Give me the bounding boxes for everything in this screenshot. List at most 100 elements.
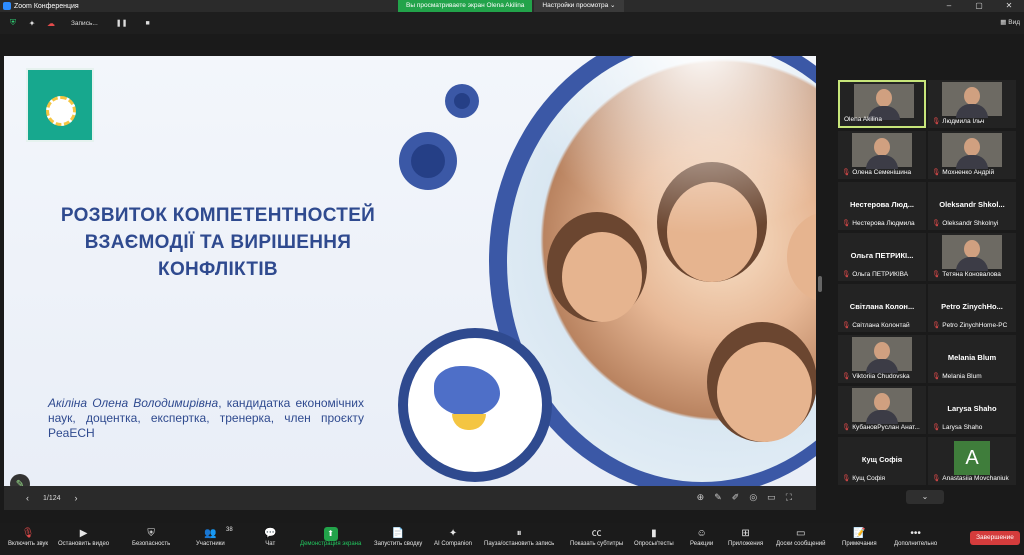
participant-tile[interactable]: 🎙 Viktoriia Chudovska	[838, 335, 926, 383]
pin-icon[interactable]: ✦	[26, 17, 38, 29]
mic-muted-icon: 🎙	[842, 373, 851, 380]
participant-name-text: Ольга ПЕТРИКІВА	[852, 271, 909, 278]
close-icon[interactable]: ✕	[994, 0, 1024, 12]
notes-button[interactable]: 📝 Примечания	[842, 527, 877, 547]
prev-slide-icon[interactable]: ‹	[26, 493, 29, 503]
participant-name-text: Нестерова Людмила	[852, 220, 915, 227]
participant-name: 🎙 Viktoriia Chudovska	[842, 372, 910, 380]
participant-name: 🎙 Larysa Shaho	[932, 423, 982, 431]
ai-companion-label: AI Companion	[434, 541, 473, 547]
meeting-controls: 🎙 Включить звук ▶ Остановить видео ⛨ Безопа…	[0, 523, 1024, 555]
ai-companion-button[interactable]: ✦ AI Companion	[434, 527, 472, 547]
slide-tools: ⊕ ✎ ✐ ◎ ▭ ⛶	[697, 492, 792, 503]
participant-video	[852, 388, 912, 424]
participant-tile[interactable]: 🎙 КубановРуслан Анат...	[838, 386, 926, 434]
end-meeting-button[interactable]: Завершение	[970, 531, 1020, 545]
shield-icon[interactable]: ⛨	[7, 17, 19, 29]
view-button[interactable]: ▦ Вид	[1000, 18, 1020, 26]
viewing-screen-label: Вы просматриваете экран Olena Akilina	[398, 0, 533, 12]
participant-tile[interactable]: Oleksandr Shkol... 🎙 Oleksandr Shkolnyi	[928, 182, 1016, 230]
more-button[interactable]: ••• Дополнительно	[894, 527, 937, 547]
pause-record-button[interactable]: ⏸ Пауза/остановить запись	[484, 527, 554, 547]
group-photo	[507, 56, 816, 482]
participant-video	[942, 133, 1002, 169]
panel-resize-handle[interactable]	[818, 276, 822, 292]
participant-name-text: Людмила Ільч	[942, 118, 985, 125]
participant-tile[interactable]: Petro ZinychHo... 🎙 Petro ZinychHome-PC	[928, 284, 1016, 332]
captions-icon[interactable]: ▭	[767, 492, 776, 503]
stop-video-button[interactable]: ▶ Остановить видео	[58, 527, 109, 547]
participant-body	[866, 410, 898, 424]
gallery-next-page-icon[interactable]: ⌄	[906, 490, 944, 504]
participant-video	[852, 133, 912, 169]
participant-name-text: КубановРуслан Анат...	[852, 424, 920, 431]
security-button[interactable]: ⛨ Безопасность	[132, 527, 170, 547]
participant-avatar: A	[954, 441, 990, 475]
pen-icon[interactable]: ✎	[714, 492, 722, 503]
participant-tile[interactable]: 🎙 Людмила Ільч	[928, 80, 1016, 128]
share-banner: Вы просматриваете экран Olena Akilina На…	[398, 0, 624, 12]
slide-title-line: КОНФЛІКТІВ	[158, 259, 278, 280]
participant-tile[interactable]: Нестерова Люд... 🎙 Нестерова Людмила	[838, 182, 926, 230]
zoom-in-icon[interactable]: ⊕	[697, 492, 705, 503]
participant-tile[interactable]: Larysa Shaho 🎙 Larysa Shaho	[928, 386, 1016, 434]
participant-name: 🎙 Кущ Софія	[842, 474, 885, 482]
mic-muted-icon: 🎙	[842, 322, 851, 329]
participant-video	[852, 337, 912, 373]
mic-muted-icon: 🎙	[932, 322, 941, 329]
participant-name-text: Олена Семенішина	[852, 169, 912, 176]
mic-muted-icon: 🎙	[21, 528, 35, 539]
next-slide-icon[interactable]: ›	[75, 493, 78, 503]
whiteboard-icon: ▭	[796, 528, 806, 539]
reactions-button[interactable]: ☺ Реакции	[690, 527, 713, 547]
pause-record-label: Пауза/остановить запись	[484, 541, 555, 547]
mic-muted-icon: 🎙	[842, 424, 851, 431]
view-options-button[interactable]: Настройки просмотра ⌄	[534, 0, 624, 12]
unmute-button[interactable]: 🎙 Включить звук	[8, 527, 48, 547]
participant-tile[interactable]: Світлана Колон... 🎙 Світлана Колонтай	[838, 284, 926, 332]
polls-label: Опросы/тесты	[634, 541, 674, 547]
pause-recording-icon[interactable]: ❚❚	[116, 19, 128, 27]
slide-title: РОЗВИТОК КОМПЕТЕНТНОСТЕЙ ВЗАЄМОДІЇ ТА ВИ…	[28, 202, 408, 283]
stop-video-label: Остановить видео	[58, 541, 110, 547]
participant-name-text: Olena Akilina	[844, 116, 882, 123]
participant-tile[interactable]: Melania Blum 🎙 Melania Blum	[928, 335, 1016, 383]
participant-name: 🎙 Melania Blum	[932, 372, 982, 380]
recording-label: Запись...	[71, 19, 98, 27]
window-title: Zoom Конференция	[14, 2, 79, 10]
laser-icon[interactable]: ◎	[749, 492, 757, 503]
apps-button[interactable]: ⊞ Приложения	[728, 527, 763, 547]
participant-tile[interactable]: A 🎙 Anastasiia Movchaniuk	[928, 437, 1016, 485]
polls-button[interactable]: ▮ Опросы/тесты	[634, 527, 674, 547]
participant-name-text: Petro ZinychHome-PC	[942, 322, 1008, 329]
slide-author: Акіліна Олена Володимирівна, кандидатка …	[48, 396, 364, 441]
participant-tile[interactable]: 🎙 Олена Семенішина	[838, 131, 926, 179]
minimize-icon[interactable]: –	[934, 0, 964, 12]
participant-name: 🎙 Людмила Ільч	[932, 117, 984, 125]
fullscreen-icon[interactable]: ⛶	[786, 492, 792, 503]
participant-head	[874, 342, 890, 360]
start-summary-button[interactable]: 📄 Запустить сводку	[374, 527, 422, 547]
maximize-icon[interactable]: ▢	[964, 0, 994, 12]
shared-slide: РОЗВИТОК КОМПЕТЕНТНОСТЕЙ ВЗАЄМОДІЇ ТА ВИ…	[4, 56, 816, 486]
participant-tile[interactable]: Кущ Софія 🎙 Кущ Софія	[838, 437, 926, 485]
participant-tile[interactable]: Olena Akilina	[838, 80, 926, 128]
participant-name: Olena Akilina	[844, 116, 882, 123]
participant-display-name: Petro ZinychHo...	[941, 302, 1003, 311]
participant-head	[874, 393, 890, 411]
more-icon: •••	[910, 528, 921, 539]
highlighter-icon[interactable]: ✐	[732, 492, 740, 503]
stop-recording-icon[interactable]: ■	[145, 20, 149, 27]
share-screen-button[interactable]: ⬆ Демонстрация экрана	[300, 527, 361, 547]
participant-head	[964, 87, 980, 105]
participants-button[interactable]: 👥 Участники 38	[196, 527, 233, 547]
captions-button[interactable]: ㏄ Показать субтитры	[570, 527, 623, 547]
cc-icon: ㏄	[591, 528, 602, 539]
participant-tile[interactable]: 🎙 Мохненко Андрій	[928, 131, 1016, 179]
participant-tile[interactable]: 🎙 Тетяна Коновалова	[928, 233, 1016, 281]
whiteboards-button[interactable]: ▭ Доски сообщений	[776, 527, 826, 547]
participant-body	[866, 155, 898, 169]
sparkle-icon: ✦	[448, 528, 458, 539]
participant-tile[interactable]: Ольга ПЕТРИКІ... 🎙 Ольга ПЕТРИКІВА	[838, 233, 926, 281]
chat-button[interactable]: 💬 Чат	[264, 527, 276, 547]
